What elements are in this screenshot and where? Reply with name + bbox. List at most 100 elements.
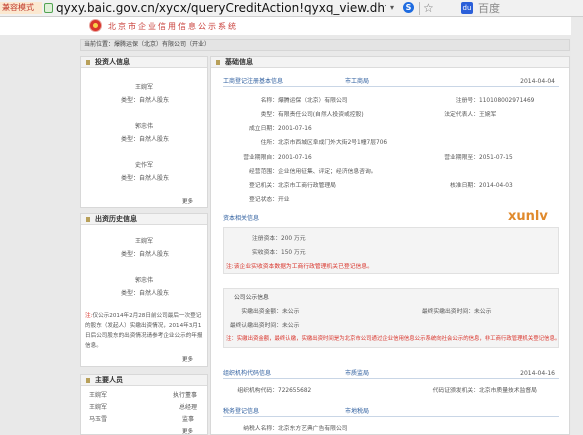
staff-name[interactable]: 马玉雪 — [89, 414, 107, 423]
favorite-star-icon[interactable]: ☆ — [423, 0, 434, 17]
field-label: 注册号： — [455, 98, 479, 104]
field-label: 名称： — [260, 98, 278, 104]
reg-number-field: 注册号：110108002971469 — [439, 95, 535, 104]
public-info-note: 注：实缴出资金额，最终认缴，实缴出资时间是为北京市公司通过企业信用信息公示系统向… — [226, 336, 558, 342]
investor-name[interactable]: 王婉军 — [135, 82, 153, 91]
field-value: 北京市工商行政管理局 — [278, 183, 336, 189]
registration-source[interactable]: 市工商局 — [345, 76, 369, 87]
breadcrumb: 当前位置：爆腾运保（北京）有限公司（开业） — [80, 39, 570, 51]
field-label: 最终认缴出资时间： — [229, 323, 282, 329]
address-bar[interactable]: qyxy.baic.gov.cn/xycx/queryCreditAction!… — [56, 0, 386, 17]
field-value: 北京市西城区阜成门外大街2号1幢7层706 — [278, 140, 388, 146]
reg-authority-field: 登记机关：北京市工商行政管理局 — [235, 180, 336, 189]
field-value: 722655682 — [278, 388, 312, 394]
investor-name[interactable]: 郭忠伟 — [135, 121, 153, 130]
paid-amount-field: 实缴出资金额：未公示 — [226, 306, 299, 315]
field-label: 最终实缴出资时间： — [421, 309, 474, 315]
staff-row: 王婉军 执行董事 — [89, 390, 209, 401]
field-value: 有限责任公司(自然人投资或控股) — [278, 112, 364, 118]
field-label: 类型： — [260, 112, 278, 118]
code-issuer-field: 代码证颁发机关：北京市质量技术监督局 — [415, 385, 537, 394]
legal-rep-field: 法定代表人：王婉军 — [431, 109, 496, 118]
site-title: 北京市企业信用信息公示系统 — [108, 22, 238, 31]
watermark-logo: xunlv — [508, 209, 548, 224]
investor-name[interactable]: 史作军 — [135, 160, 153, 169]
national-emblem-icon — [90, 20, 101, 31]
note-text: 仅公示2014年2月28日前公司最后一次登记的股东（发起人）实缴出资情况，201… — [85, 313, 203, 349]
field-label: 注册资本： — [252, 236, 281, 242]
history-type: 类型：自然人股东 — [121, 290, 170, 297]
field-value: 北京市质量技术监督局 — [479, 388, 537, 394]
org-code-field: 组织机构代码：722655682 — [225, 385, 311, 394]
investors-title: 投资人信息 — [81, 57, 207, 68]
company-type-field: 类型：有限责任公司(自然人投资或控股) — [245, 109, 364, 118]
investor-type: 类型：自然人股东 — [121, 175, 170, 182]
field-label: 住所： — [260, 140, 278, 146]
tax-section-bar: 税务登记信息 市地税局 — [223, 406, 559, 417]
field-value: 2051-07-15 — [479, 155, 513, 161]
final-subscribed-field: 最终认缴出资时间：未公示 — [226, 320, 300, 329]
tax-section-title[interactable]: 税务登记信息 — [223, 406, 259, 417]
investor-type: 类型：自然人股东 — [121, 97, 170, 104]
staff-role: 总经理 — [179, 404, 198, 411]
registered-capital-field: 注册资本：200 万元 — [248, 233, 306, 242]
basic-info-panel: 基础信息 工商登记注册基本信息 市工商局 2014-04-04 名称：爆腾运保（… — [210, 56, 570, 435]
staff-row: 马玉雪 监事 — [89, 414, 209, 425]
field-label: 组织机构代码： — [237, 388, 278, 394]
public-info-title: 公司公示信息 — [234, 295, 269, 301]
field-label: 登记机关： — [249, 183, 278, 189]
field-value: 150 万元 — [281, 250, 306, 256]
field-label: 核准日期： — [450, 183, 479, 189]
field-value: 爆腾运保（北京）有限公司 — [278, 98, 348, 104]
history-more-link[interactable]: 更多 — [182, 355, 193, 363]
orgcode-date: 2014-04-16 — [520, 370, 555, 377]
field-value: 2001-07-16 — [278, 155, 312, 161]
basic-info-title: 基础信息 — [211, 57, 569, 68]
registration-section-title[interactable]: 工商登记注册基本信息 — [223, 76, 283, 87]
latest-paid-field: 最终实缴出资时间：未公示 — [402, 306, 492, 315]
staff-name[interactable]: 王婉军 — [89, 402, 107, 411]
tax-source[interactable]: 市地税局 — [345, 406, 369, 417]
field-label: 法定代表人： — [444, 112, 479, 118]
investors-more-link[interactable]: 更多 — [182, 197, 193, 205]
field-value: 未公示 — [474, 309, 492, 315]
approval-date-field: 核准日期：2014-04-03 — [439, 180, 513, 189]
secure-lock-icon — [44, 3, 53, 13]
key-staff-more-link[interactable]: 更多 — [182, 427, 193, 435]
field-label: 登记状态： — [249, 197, 278, 203]
search-engine-icon[interactable]: S — [403, 2, 414, 13]
search-box[interactable]: 百度 — [478, 0, 500, 17]
capital-box: 注册资本：200 万元 实收资本：150 万元 注:该企业实收资本数据为工商行政… — [223, 227, 559, 274]
invest-history-title: 出资历史信息 — [81, 214, 207, 225]
vertical-scrollbar[interactable] — [571, 17, 583, 435]
orgcode-section-title[interactable]: 组织机构代码信息 — [223, 368, 271, 379]
capital-section-title[interactable]: 资本相关信息 — [223, 213, 259, 224]
orgcode-section-bar: 组织机构代码信息 市质监局 2014-04-16 — [223, 368, 559, 379]
baidu-logo-icon: du — [461, 2, 473, 14]
history-type: 类型：自然人股东 — [121, 251, 170, 258]
investors-panel: 投资人信息 王婉军 类型：自然人股东 郭忠伟 类型：自然人股东 史作军 类型：自… — [80, 56, 208, 208]
field-value: 企业信用征集、评定；经济信息咨询。 — [278, 169, 377, 175]
site-header: 北京市企业信用信息公示系统 — [0, 17, 583, 35]
key-staff-panel: 主要人员 王婉军 执行董事 王婉军 总经理 马玉雪 监事 更多 — [80, 374, 208, 435]
orgcode-source[interactable]: 市质监局 — [345, 368, 369, 379]
history-note: 注:仅公示2014年2月28日前公司最后一次登记的股东（发起人）实缴出资情况，2… — [85, 311, 205, 351]
staff-role: 监事 — [182, 416, 195, 423]
field-value: 北京东方艺典广告有限公司 — [278, 426, 348, 432]
address-dropdown-icon[interactable]: ▾ — [390, 3, 394, 12]
field-value: 未公示 — [282, 309, 300, 315]
field-value: 2014-04-03 — [479, 183, 513, 189]
taxpayer-name-field: 纳税人名称：北京东方艺典广告有限公司 — [231, 423, 348, 432]
compat-mode-badge[interactable]: 兼容模式 — [0, 2, 42, 14]
term-from-field: 营业期限自：2001-07-16 — [231, 152, 312, 161]
registration-section-bar: 工商登记注册基本信息 市工商局 2014-04-04 — [223, 76, 559, 87]
field-value: 200 万元 — [281, 236, 306, 242]
investor-type: 类型：自然人股东 — [121, 136, 170, 143]
history-name[interactable]: 郭忠伟 — [135, 275, 153, 284]
staff-name[interactable]: 王婉军 — [89, 390, 107, 399]
established-date-field: 成立日期：2001-07-16 — [235, 123, 312, 132]
paid-capital-field: 实收资本：150 万元 — [248, 247, 306, 256]
field-label: 实缴出资金额： — [241, 309, 282, 315]
field-label: 实收资本： — [252, 250, 281, 256]
history-name[interactable]: 王婉军 — [135, 236, 153, 245]
